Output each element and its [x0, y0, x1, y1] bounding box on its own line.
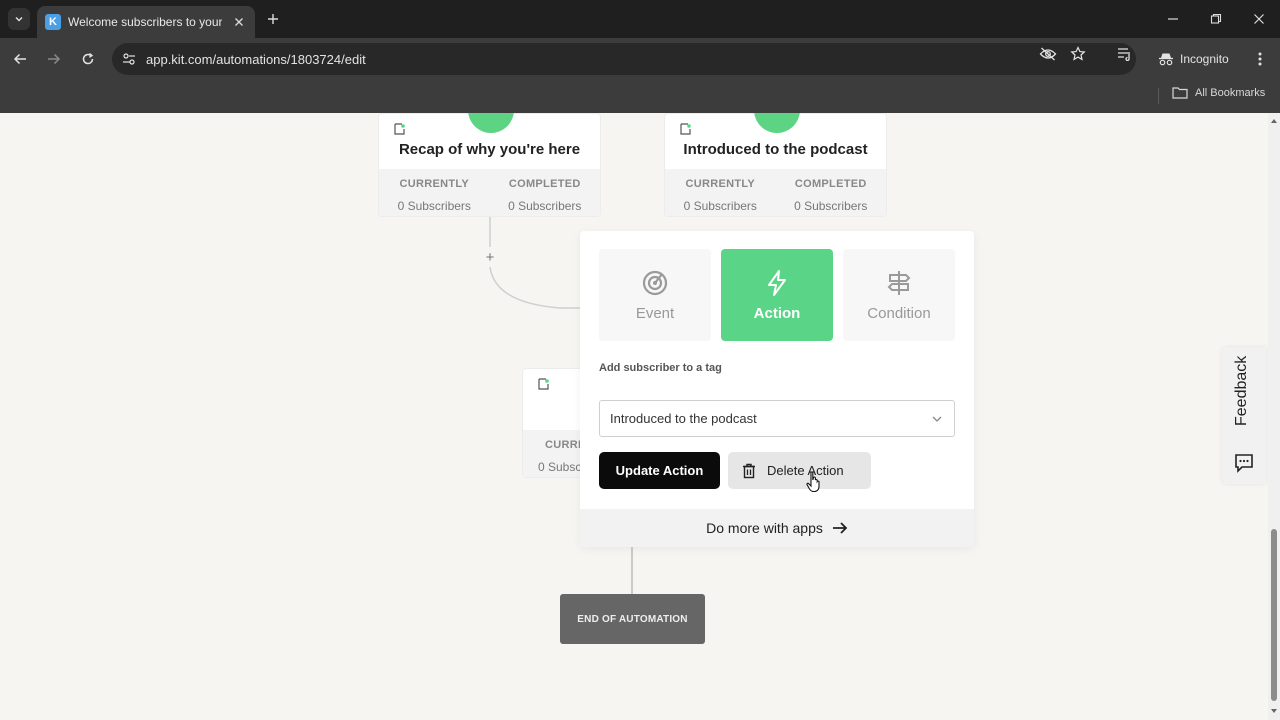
- signpost-icon: [887, 271, 911, 295]
- email-template-icon: [394, 123, 405, 135]
- url-text: app.kit.com/automations/1803724/edit: [146, 51, 366, 67]
- condition-label: Condition: [867, 305, 931, 322]
- browser-toolbar: app.kit.com/automations/1803724/edit Inc…: [0, 38, 1280, 80]
- close-icon: [1254, 14, 1264, 24]
- incognito-label: Incognito: [1180, 52, 1229, 66]
- tag-select[interactable]: Introduced to the podcast: [599, 400, 955, 437]
- update-action-button[interactable]: Update Action: [599, 452, 720, 489]
- delete-action-button[interactable]: Delete Action: [728, 452, 871, 489]
- currently-stat: CURRE 0 Subsc: [523, 430, 586, 477]
- canvas-scrollbar[interactable]: [1268, 113, 1280, 720]
- stat-value: 0 Subscribers: [794, 199, 868, 213]
- restore-button[interactable]: [1206, 9, 1226, 29]
- scrollbar-thumb[interactable]: [1271, 529, 1277, 701]
- arrow-left-icon: [13, 53, 26, 65]
- minimize-icon: [1168, 18, 1178, 20]
- tracking-protection-button[interactable]: [1039, 45, 1057, 63]
- condition-type-card[interactable]: Condition: [843, 249, 955, 341]
- tag-select-value: Introduced to the podcast: [610, 411, 757, 426]
- stat-value: 0 Subscribers: [683, 199, 757, 213]
- email-template-icon: [680, 123, 691, 135]
- site-settings-icon[interactable]: [122, 52, 136, 66]
- close-window-button[interactable]: [1249, 9, 1269, 29]
- tag-node[interactable]: Introduced to the podcast CURRENTLY 0 Su…: [664, 113, 887, 217]
- scroll-up-icon[interactable]: [1270, 117, 1278, 125]
- radar-icon: [642, 270, 668, 296]
- currently-stat: CURRENTLY 0 Subscribers: [379, 169, 490, 216]
- restore-icon: [1210, 13, 1222, 24]
- currently-stat: CURRENTLY 0 Subscribers: [665, 169, 776, 216]
- eye-off-icon: [1039, 47, 1057, 61]
- do-more-with-apps-link[interactable]: Do more with apps: [580, 509, 974, 547]
- minimize-button[interactable]: [1163, 9, 1183, 29]
- scroll-down-icon[interactable]: [1270, 707, 1278, 715]
- event-type-card[interactable]: Event: [599, 249, 711, 341]
- add-step-button[interactable]: +: [480, 247, 500, 267]
- do-more-with-apps-label: Do more with apps: [706, 520, 823, 536]
- chevron-down-icon: [932, 416, 942, 422]
- incognito-indicator[interactable]: Incognito: [1148, 45, 1239, 73]
- incognito-icon: [1159, 53, 1173, 66]
- node-stats: CURRENTLY 0 Subscribers COMPLETED 0 Subs…: [379, 169, 600, 216]
- plus-icon: [268, 14, 278, 24]
- action-type-card[interactable]: Action: [721, 249, 833, 341]
- all-bookmarks-label: All Bookmarks: [1195, 86, 1266, 99]
- email-template-icon: [538, 378, 549, 390]
- arrow-right-icon: [832, 522, 848, 534]
- node-stats: CURRE 0 Subsc: [523, 430, 586, 477]
- tag-circle-icon: [754, 113, 800, 133]
- stat-label: CURRENTLY: [685, 178, 756, 190]
- tab-title: Welcome subscribers to your podcast: [68, 15, 222, 29]
- all-bookmarks-button[interactable]: All Bookmarks: [1172, 86, 1265, 99]
- forward-button[interactable]: [43, 48, 65, 70]
- lightning-icon: [768, 270, 786, 296]
- trash-icon: [743, 463, 755, 478]
- reload-button[interactable]: [77, 48, 99, 70]
- action-section-label: Add subscriber to a tag: [599, 362, 722, 374]
- bookmarks-divider: [1158, 88, 1159, 104]
- bookmark-star-button[interactable]: [1069, 45, 1087, 63]
- completed-stat: COMPLETED 0 Subscribers: [776, 169, 887, 216]
- close-icon: [235, 18, 243, 26]
- node-stats: CURRENTLY 0 Subscribers COMPLETED 0 Subs…: [665, 169, 886, 216]
- node-title: Recap of why you're here: [398, 141, 581, 158]
- address-bar[interactable]: app.kit.com/automations/1803724/edit: [112, 43, 1136, 75]
- email-circle-icon: [468, 113, 514, 133]
- node-title: Introduced to the podcast: [683, 141, 868, 158]
- browser-tab[interactable]: K Welcome subscribers to your podcast: [37, 6, 255, 38]
- stat-label: COMPLETED: [508, 178, 581, 190]
- email-node[interactable]: Recap of why you're here CURRENTLY 0 Sub…: [378, 113, 601, 217]
- feedback-tab[interactable]: Feedback: [1222, 347, 1266, 484]
- browser-menu-button[interactable]: [1250, 49, 1270, 69]
- back-button[interactable]: [9, 48, 31, 70]
- arrow-right-icon: [48, 53, 61, 65]
- hand-cursor-icon: [806, 471, 820, 493]
- playlist-icon: [1118, 48, 1130, 61]
- stat-value: 0 Subscribers: [397, 199, 471, 213]
- stat-value: 0 Subscribers: [508, 199, 582, 213]
- tab-strip: K Welcome subscribers to your podcast: [0, 0, 1280, 38]
- bookmarks-bar: All Bookmarks: [0, 80, 1280, 113]
- stat-value: 0 Subsc: [538, 460, 582, 474]
- chevron-down-icon: [15, 16, 23, 22]
- kit-favicon-icon: K: [45, 14, 61, 30]
- automation-canvas[interactable]: Recap of why you're here CURRENTLY 0 Sub…: [0, 113, 1280, 720]
- end-of-automation: END OF AUTOMATION: [560, 594, 705, 644]
- stat-label: CURRENTLY: [399, 178, 470, 190]
- action-editor-popover: Event Action Condition Add subscriber to…: [580, 231, 974, 547]
- new-tab-button[interactable]: [264, 10, 282, 28]
- completed-stat: COMPLETED 0 Subscribers: [490, 169, 601, 216]
- stat-label: COMPLETED: [794, 178, 867, 190]
- more-vertical-icon: [1258, 52, 1262, 66]
- tab-search-button[interactable]: [8, 8, 30, 30]
- star-icon: [1070, 46, 1086, 61]
- folder-icon: [1172, 87, 1188, 99]
- chat-icon: [1235, 454, 1253, 473]
- feedback-label: Feedback: [1233, 355, 1250, 426]
- reload-icon: [82, 52, 94, 65]
- media-controls-button[interactable]: [1116, 45, 1134, 63]
- action-label: Action: [753, 305, 801, 322]
- event-label: Event: [635, 305, 675, 322]
- close-tab-button[interactable]: [231, 14, 247, 30]
